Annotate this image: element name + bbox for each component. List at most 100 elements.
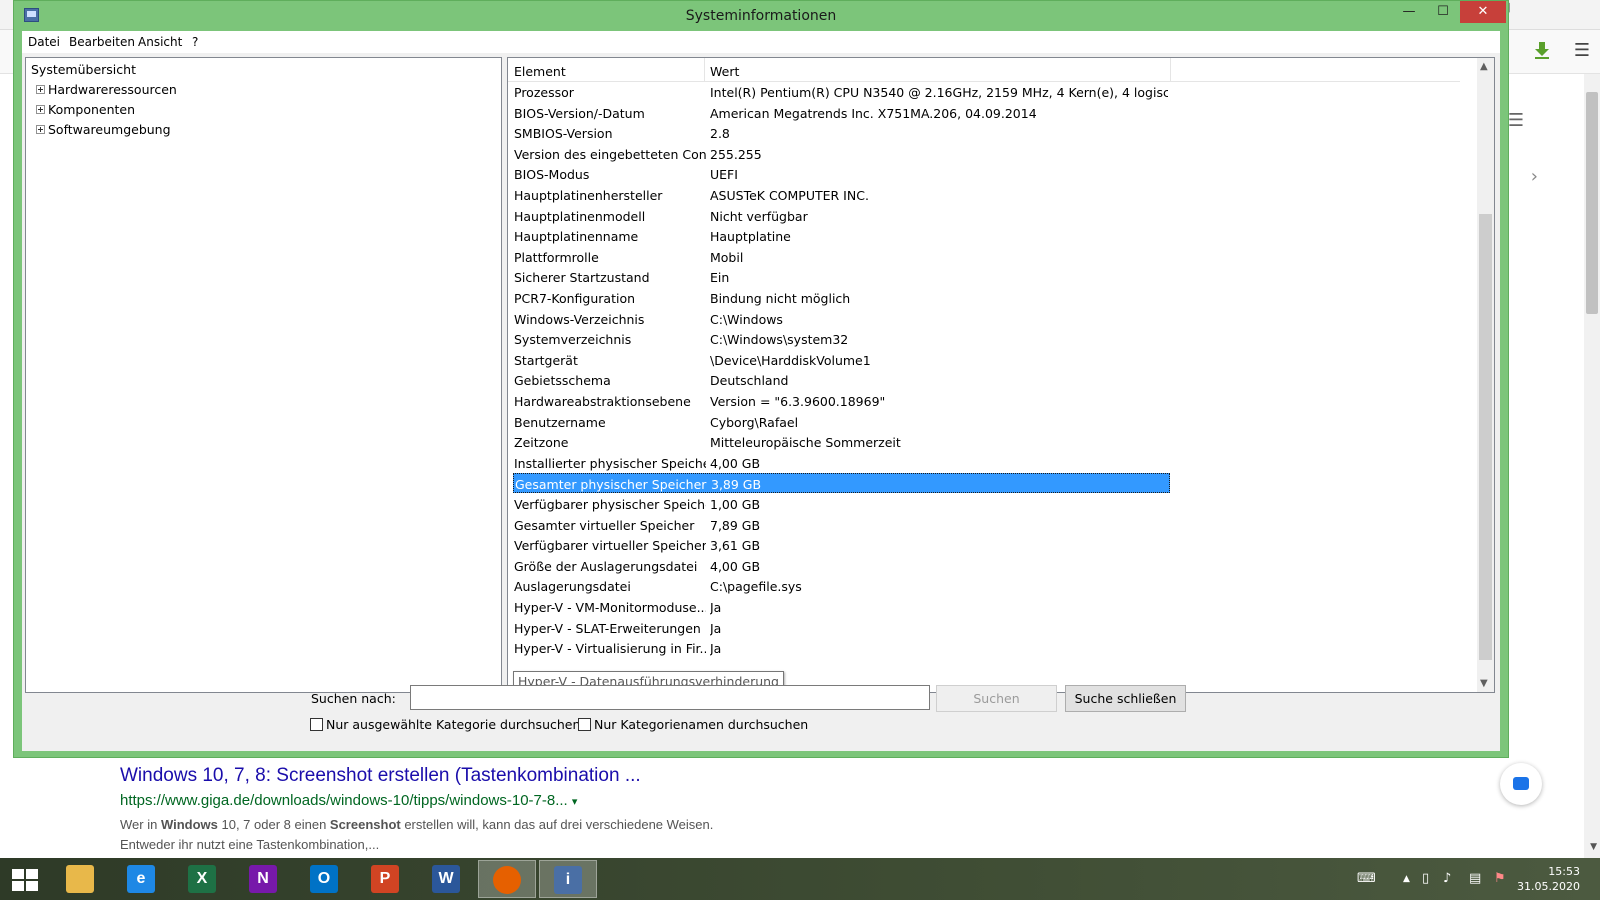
checkbox-selected-category[interactable]: Nur ausgewählte Kategorie durchsuchen [310, 717, 580, 732]
table-row[interactable]: Gebietsschema Deutschland [513, 370, 1170, 390]
battery-icon[interactable]: ▯ [1422, 871, 1429, 886]
checkbox[interactable] [310, 718, 323, 731]
scroll-up-icon[interactable]: ▲ [1480, 61, 1488, 72]
cell-element: Systemverzeichnis [514, 332, 632, 348]
clock-date: 31.05.2020 [1517, 880, 1580, 893]
table-row[interactable]: Verfügbarer virtueller Speicher 3,61 GB [513, 535, 1170, 555]
list-scrollbar-thumb[interactable] [1479, 214, 1492, 660]
start-button[interactable] [12, 869, 38, 891]
clock[interactable]: 15:53 31.05.2020 [1517, 864, 1580, 894]
search-result-url[interactable]: https://www.giga.de/downloads/windows-10… [120, 792, 713, 809]
menu-edit[interactable]: Bearbeiten [69, 35, 135, 49]
tree-item-softwareumgebung[interactable]: Softwareumgebung [36, 122, 171, 137]
table-row[interactable]: Gesamter virtueller Speicher 7,89 GB [513, 515, 1170, 535]
close-button[interactable]: ✕ [1460, 1, 1506, 23]
internet-explorer-icon: e [127, 865, 155, 893]
table-row[interactable]: PCR7-Konfiguration Bindung nicht möglich [513, 288, 1170, 308]
close-search-button[interactable]: Suche schließen [1065, 685, 1186, 712]
search-result-title[interactable]: Windows 10, 7, 8: Screenshot erstellen (… [120, 765, 713, 787]
taskbar-app-outlook[interactable]: O [295, 860, 353, 898]
maximize-button[interactable]: ☐ [1426, 1, 1460, 23]
table-row[interactable]: SMBIOS-Version 2.8 [513, 123, 1170, 143]
keyboard-icon[interactable]: ⌨ [1357, 871, 1376, 886]
cell-value: American Megatrends Inc. X751MA.206, 04.… [710, 105, 1037, 121]
table-row[interactable]: Prozessor Intel(R) Pentium(R) CPU N3540 @… [513, 82, 1170, 102]
table-row[interactable]: Hyper-V - SLAT-Erweiterungen ... Ja [513, 618, 1170, 638]
table-row[interactable]: Hyper-V - Virtualisierung in Fir... Ja [513, 638, 1170, 658]
table-row[interactable]: Auslagerungsdatei C:\pagefile.sys [513, 576, 1170, 596]
menu-file[interactable]: Datei [28, 35, 60, 49]
table-row[interactable]: Hauptplatinenmodell Nicht verfügbar [513, 206, 1170, 226]
cell-value: 2.8 [710, 126, 730, 142]
table-row[interactable]: Benutzername Cyborg\Rafael [513, 412, 1170, 432]
download-icon[interactable] [1532, 40, 1552, 60]
table-row[interactable]: Größe der Auslagerungsdatei 4,00 GB [513, 556, 1170, 576]
expand-icon[interactable] [36, 105, 45, 114]
table-row[interactable]: Gesamter physischer Speicher 3,89 GB [513, 473, 1170, 494]
tree-item-komponenten[interactable]: Komponenten [36, 102, 135, 117]
table-row[interactable]: Hauptplatinenhersteller ASUSTeK COMPUTER … [513, 185, 1170, 205]
network-icon[interactable]: ▤ [1469, 871, 1481, 886]
taskbar-app-word[interactable]: W [417, 860, 475, 898]
browser-scrollbar-thumb[interactable] [1586, 92, 1598, 314]
checkbox-category-names[interactable]: Nur Kategorienamen durchsuchen [578, 717, 808, 732]
cell-value: 4,00 GB [710, 558, 761, 574]
cell-value: 3,89 GB [711, 477, 762, 493]
table-row[interactable]: Verfügbarer physischer Speicher 1,00 GB [513, 494, 1170, 514]
cell-element: Verfügbarer virtueller Speicher [514, 538, 706, 554]
taskbar-app-powerpoint[interactable]: P [356, 860, 414, 898]
table-row[interactable]: BIOS-Modus UEFI [513, 164, 1170, 184]
details-list[interactable]: Element Wert Prozessor Intel(R) Pentium(R… [507, 57, 1495, 693]
title-bar[interactable]: Systeminformationen — ☐ ✕ [14, 1, 1508, 31]
table-row[interactable]: Hauptplatinenname Hauptplatine [513, 226, 1170, 246]
menu-help[interactable]: ? [192, 35, 198, 49]
menu-view[interactable]: Ansicht [138, 35, 182, 49]
table-row[interactable]: Installierter physischer Speicher... 4,00… [513, 453, 1170, 473]
table-row[interactable]: Windows-Verzeichnis C:\Windows [513, 309, 1170, 329]
search-button[interactable]: Suchen [936, 685, 1057, 712]
column-header-wert[interactable]: Wert [710, 64, 739, 79]
cell-element: Gebietsschema [514, 373, 611, 389]
cell-element: Verfügbarer physischer Speicher [514, 497, 706, 512]
tree-item-systemuebersicht[interactable]: Systemübersicht [31, 62, 136, 77]
table-row[interactable]: Zeitzone Mitteleuropäische Sommerzeit [513, 432, 1170, 452]
table-row[interactable]: Hardwareabstraktionsebene Version = "6.3.… [513, 391, 1170, 411]
chat-button[interactable] [1500, 763, 1542, 805]
table-row[interactable]: Version des eingebetteten Con... 255.255 [513, 144, 1170, 164]
table-row[interactable]: Plattformrolle Mobil [513, 247, 1170, 267]
list-scrollbar[interactable]: ▲ ▼ [1477, 58, 1494, 692]
table-row[interactable]: Sicherer Startzustand Ein [513, 267, 1170, 287]
scroll-down-icon[interactable]: ▼ [1590, 842, 1597, 852]
action-center-icon[interactable]: ⚑ [1494, 871, 1506, 886]
taskbar-app-file-explorer[interactable] [51, 860, 109, 898]
windows-logo-icon [12, 869, 24, 879]
chevron-right-icon[interactable]: › [1531, 166, 1538, 187]
table-row[interactable]: Systemverzeichnis C:\Windows\system32 [513, 329, 1170, 349]
cell-value: Intel(R) Pentium(R) CPU N3540 @ 2.16GHz,… [710, 85, 1168, 100]
search-input[interactable] [410, 685, 930, 710]
expand-icon[interactable] [36, 85, 45, 94]
column-header-element[interactable]: Element [514, 64, 566, 79]
taskbar-app-system-information[interactable]: i [539, 860, 597, 898]
table-row[interactable]: BIOS-Version/-Datum American Megatrends I… [513, 103, 1170, 123]
expand-icon[interactable] [36, 125, 45, 134]
taskbar-app-excel[interactable]: X [173, 860, 231, 898]
cell-value: Mobil [710, 249, 744, 265]
volume-icon[interactable]: ♪ [1443, 871, 1451, 886]
taskbar-app-onenote[interactable]: N [234, 860, 292, 898]
page-menu-icon[interactable]: ☰ [1508, 110, 1524, 131]
scroll-down-icon[interactable]: ▼ [1480, 678, 1488, 689]
firefox-icon [493, 866, 521, 894]
cell-value: C:\Windows [710, 311, 783, 327]
taskbar-app-internet-explorer[interactable]: e [112, 860, 170, 898]
browser-menu-icon[interactable]: ☰ [1574, 40, 1590, 61]
table-row[interactable]: Hyper-V - VM-Monitormoduse... Ja [513, 597, 1170, 617]
taskbar-app-firefox[interactable] [478, 860, 536, 898]
minimize-button[interactable]: — [1392, 1, 1426, 23]
category-tree[interactable]: Systemübersicht Hardwareressourcen Kompo… [25, 57, 502, 693]
checkbox[interactable] [578, 718, 591, 731]
table-row[interactable]: Startgerät \Device\HarddiskVolume1 [513, 350, 1170, 370]
cell-value: Ja [710, 620, 722, 636]
show-hidden-icons-icon[interactable]: ▲ [1403, 874, 1410, 884]
tree-item-hardwareressourcen[interactable]: Hardwareressourcen [36, 82, 177, 97]
